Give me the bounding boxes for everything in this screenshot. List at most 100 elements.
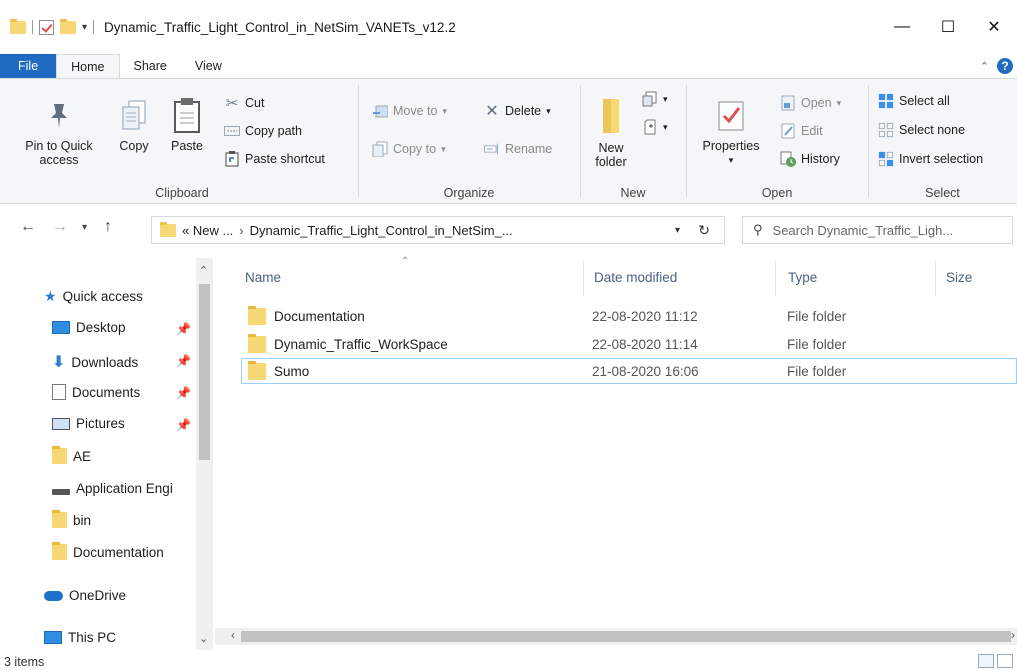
move-to-button[interactable]: Move to ▾ xyxy=(372,103,447,119)
close-button[interactable]: ✕ xyxy=(971,0,1017,54)
pin-icon[interactable]: 📌 xyxy=(176,418,191,432)
tab-file[interactable]: File xyxy=(0,54,57,78)
forward-arrow-icon[interactable]: → xyxy=(52,218,68,236)
nav-item-quick-access[interactable]: ★ Quick access xyxy=(44,288,143,305)
properties-check-icon[interactable] xyxy=(39,19,54,35)
column-divider[interactable] xyxy=(583,260,584,296)
pin-to-quick-access-button[interactable]: Pin to Quick access xyxy=(14,97,104,167)
table-row[interactable]: Documentation 22-08-2020 11:12 File fold… xyxy=(241,303,1017,329)
up-arrow-icon[interactable]: ↑ xyxy=(104,218,112,236)
column-header-type[interactable]: Type xyxy=(788,270,817,285)
new-folder-icon xyxy=(595,95,627,135)
cut-button[interactable]: ✂ Cut xyxy=(224,95,265,112)
pc-icon xyxy=(44,631,62,644)
rename-button[interactable]: Rename xyxy=(484,141,552,157)
edit-label: Edit xyxy=(801,124,823,138)
minimize-button[interactable]: — xyxy=(879,0,925,54)
paste-button[interactable]: Paste xyxy=(166,97,208,153)
paste-shortcut-button[interactable]: Paste shortcut xyxy=(224,151,325,167)
chevron-down-icon: ▾ xyxy=(441,143,446,154)
maximize-button[interactable]: ☐ xyxy=(925,0,971,54)
copy-button[interactable]: Copy xyxy=(114,97,154,153)
clipboard-group: Pin to Quick access Copy Paste ✂ Cut Cop… xyxy=(0,79,325,204)
new-folder-qat-icon[interactable] xyxy=(60,18,76,34)
customize-qat-chevron-icon[interactable]: ▾ xyxy=(82,22,87,33)
easy-access-button[interactable]: ▾ xyxy=(642,119,668,135)
column-header-date[interactable]: Date modified xyxy=(594,270,677,285)
address-dropdown-chevron-icon[interactable]: ▾ xyxy=(675,225,680,236)
scroll-up-icon[interactable]: ⌃ xyxy=(199,264,208,277)
desktop-icon xyxy=(52,321,70,334)
copy-path-button[interactable]: Copy path xyxy=(224,123,302,139)
details-view-icon[interactable] xyxy=(978,654,994,668)
refresh-icon[interactable]: ↻ xyxy=(698,222,710,239)
history-button[interactable]: History xyxy=(780,151,840,167)
history-label: History xyxy=(801,152,840,166)
file-date: 21-08-2020 16:06 xyxy=(592,363,699,379)
pin-icon[interactable]: 📌 xyxy=(176,386,191,400)
nav-item-label: This PC xyxy=(68,630,117,645)
nav-item-pictures[interactable]: Pictures xyxy=(52,416,125,431)
back-arrow-icon[interactable]: ← xyxy=(20,218,36,236)
edit-button[interactable]: Edit xyxy=(780,123,823,139)
open-icon xyxy=(780,95,796,111)
nav-item-this-pc[interactable]: This PC xyxy=(44,630,116,645)
column-header-name[interactable]: Name xyxy=(245,270,281,285)
column-divider[interactable] xyxy=(775,260,776,296)
nav-scrollbar-thumb[interactable] xyxy=(199,284,210,460)
table-row[interactable]: Dynamic_Traffic_WorkSpace 22-08-2020 11:… xyxy=(241,331,1017,357)
view-switcher xyxy=(978,654,1013,668)
paste-shortcut-icon xyxy=(224,151,240,167)
nav-item-downloads[interactable]: ⬇ Downloads xyxy=(52,352,138,372)
nav-item-desktop[interactable]: Desktop xyxy=(52,320,126,335)
nav-item-label: Pictures xyxy=(76,416,125,431)
pin-icon[interactable]: 📌 xyxy=(176,322,191,336)
nav-item-onedrive[interactable]: OneDrive xyxy=(44,588,126,603)
table-row-selected[interactable]: Sumo 21-08-2020 16:06 File folder xyxy=(241,358,1017,384)
rename-label: Rename xyxy=(505,142,553,156)
breadcrumb-prefix[interactable]: « New ... xyxy=(182,223,233,238)
select-all-button[interactable]: Select all xyxy=(878,93,950,109)
open-button[interactable]: Open ▾ xyxy=(780,95,841,111)
copy-to-button[interactable]: Copy to ▾ xyxy=(372,141,446,157)
help-icon[interactable]: ? xyxy=(997,58,1013,74)
collapse-ribbon-chevron-icon[interactable]: ⌃ xyxy=(980,60,989,73)
nav-item-application-engi[interactable]: Application Engi xyxy=(52,481,173,496)
breadcrumb-separator[interactable]: › xyxy=(239,223,243,238)
large-icons-view-icon[interactable] xyxy=(997,654,1013,668)
edit-icon xyxy=(780,123,796,139)
scroll-right-icon[interactable]: › xyxy=(1011,628,1015,642)
properties-label: Properties xyxy=(702,139,760,153)
tab-view[interactable]: View xyxy=(181,54,236,78)
nav-item-documents[interactable]: Documents xyxy=(52,384,140,400)
delete-button[interactable]: ✕ Delete ▾ xyxy=(484,103,550,120)
new-folder-button[interactable]: New folder xyxy=(588,95,634,169)
select-none-button[interactable]: Select none xyxy=(878,122,965,138)
tab-home[interactable]: Home xyxy=(56,54,120,78)
invert-selection-button[interactable]: Invert selection xyxy=(878,151,983,167)
properties-button[interactable]: Properties ▾ xyxy=(696,97,766,167)
open-group-label: Open xyxy=(761,186,793,200)
nav-scrollbar[interactable]: ⌃ ⌄ xyxy=(196,258,213,650)
nav-item-ae[interactable]: AE xyxy=(52,446,91,464)
nav-item-bin[interactable]: bin xyxy=(52,510,91,528)
file-name: Dynamic_Traffic_WorkSpace xyxy=(274,336,448,352)
horizontal-scrollbar[interactable]: ‹ › xyxy=(215,628,1017,645)
tab-share[interactable]: Share xyxy=(120,54,181,78)
column-divider[interactable] xyxy=(935,260,936,296)
new-item-button[interactable]: ▾ xyxy=(642,91,668,107)
horizontal-scrollbar-thumb[interactable] xyxy=(241,631,1011,642)
recent-locations-chevron-icon[interactable]: ▾ xyxy=(82,222,87,233)
search-box[interactable]: ⚲ Search Dynamic_Traffic_Ligh... xyxy=(742,216,1013,244)
delete-label: Delete xyxy=(505,104,542,118)
folder-icon xyxy=(248,360,266,380)
window-controls: — ☐ ✕ xyxy=(879,0,1017,54)
scroll-left-icon[interactable]: ‹ xyxy=(231,628,235,642)
scroll-down-icon[interactable]: ⌄ xyxy=(199,632,208,645)
pin-icon[interactable]: 📌 xyxy=(176,354,191,368)
address-bar[interactable]: « New ... › Dynamic_Traffic_Light_Contro… xyxy=(151,216,725,244)
nav-item-label: Documents xyxy=(72,384,141,400)
nav-item-documentation[interactable]: Documentation xyxy=(52,542,164,560)
column-header-size[interactable]: Size xyxy=(946,270,972,285)
breadcrumb-current[interactable]: Dynamic_Traffic_Light_Control_in_NetSim_… xyxy=(250,223,513,238)
